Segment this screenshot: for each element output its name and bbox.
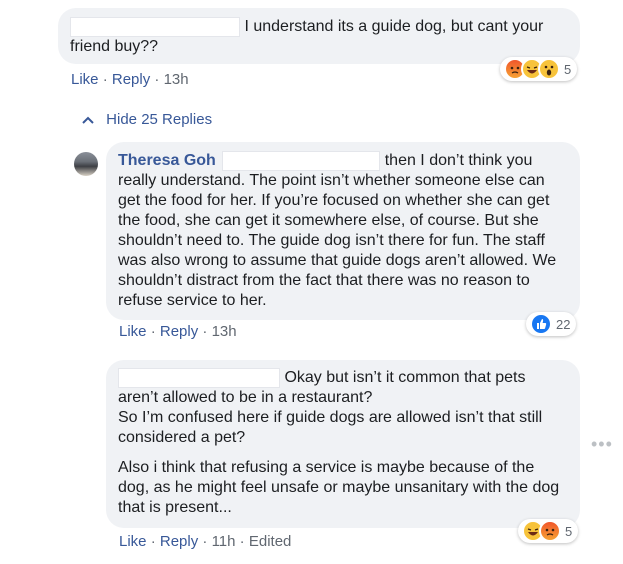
comment-actions-3: Like · Reply · 11h · Edited [119,533,292,550]
reaction-summary[interactable]: 5 [500,57,578,81]
reaction-count: 5 [564,61,572,77]
like-icon [530,313,552,335]
comment-bubble-3: Okay but isn’t it common that pets aren’… [106,360,580,528]
comment-paragraph: Okay but isn’t it common that pets aren’… [118,368,568,408]
redacted-name [118,368,280,388]
timestamp[interactable]: 13h [212,323,237,340]
angry-icon [539,520,561,542]
like-link[interactable]: Like [119,323,147,340]
like-link[interactable]: Like [71,71,99,88]
reply-link[interactable]: Reply [160,323,198,340]
comment-actions-1: Like · Reply · 13h [71,71,189,88]
redacted-name [222,151,381,171]
chevron-up-icon [82,110,96,130]
reaction-count: 5 [565,523,573,539]
comment-paragraph: Also i think that refusing a service is … [118,459,560,516]
comment-actions-2: Like · Reply · 13h [119,323,237,340]
comment-text: then I don’t think you really understand… [118,152,557,309]
comment-bubble-1: I understand its a guide dog, but cant y… [58,8,580,64]
reply-link[interactable]: Reply [160,533,198,550]
timestamp[interactable]: 11h [212,533,236,550]
reply-link[interactable]: Reply [112,71,150,88]
comment-bubble-2: Theresa Goh then I don’t think you reall… [106,142,580,320]
hide-replies-label: Hide 25 Replies [106,111,213,128]
redacted-name [70,17,240,37]
hide-replies-toggle[interactable]: Hide 25 Replies [82,110,212,130]
reaction-summary[interactable]: 5 [518,519,579,543]
reaction-summary[interactable]: 22 [526,312,577,336]
timestamp[interactable]: 13h [164,71,189,88]
reaction-count: 22 [556,316,571,332]
comment-paragraph: So I’m confused here if guide dogs are a… [118,409,543,446]
avatar[interactable] [74,152,98,176]
edited-label: Edited [248,533,292,550]
like-link[interactable]: Like [119,533,147,550]
more-options-icon[interactable]: ••• [591,435,613,453]
author-name[interactable]: Theresa Goh [118,152,216,169]
wow-icon [538,58,560,80]
